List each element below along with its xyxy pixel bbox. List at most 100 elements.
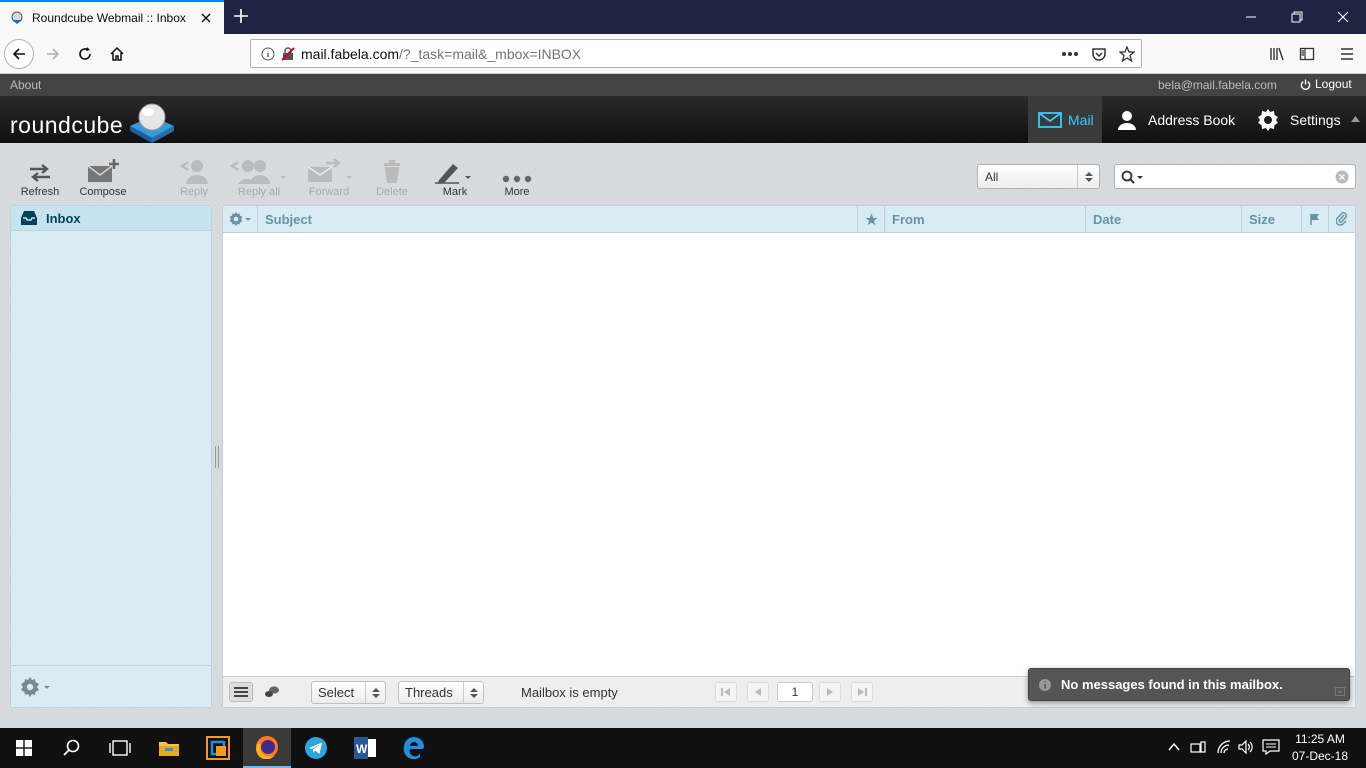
back-button[interactable] [4,39,34,69]
menu-button[interactable] [1332,39,1362,69]
message-filter-select[interactable]: All [977,164,1100,189]
url-bar[interactable]: mail.fabela.com/?_task=mail&_mbox=INBOX [250,39,1142,68]
next-page-button[interactable] [819,682,841,702]
column-date-label: Date [1093,211,1122,227]
word-app[interactable]: W [341,728,389,768]
delete-button[interactable]: Delete [370,154,414,198]
folder-list: Inbox [10,205,212,708]
reply-icon [179,160,208,184]
new-tab-icon[interactable] [232,7,250,25]
inbox-icon [21,211,37,225]
last-page-button[interactable] [851,682,873,702]
about-link[interactable]: About [10,78,41,92]
toast-collapse-icon[interactable] [1335,687,1345,696]
wifi-icon[interactable] [1216,740,1232,754]
clock-time: 11:25 AM [1295,732,1345,746]
mark-label: Mark [442,186,468,198]
column-flag[interactable] [1301,206,1328,232]
task-addressbook-button[interactable]: Address Book [1112,96,1235,143]
first-page-button[interactable] [715,682,737,702]
tab-close-icon[interactable] [198,10,214,26]
pocket-icon[interactable] [1091,46,1107,62]
firefox-app[interactable] [243,728,291,768]
browser-tab[interactable]: Roundcube Webmail :: Inbox [0,0,224,34]
filter-arrows [1077,165,1099,188]
task-settings-button[interactable]: Settings [1252,96,1341,143]
search-taskbar-button[interactable] [48,728,96,768]
previous-page-button[interactable] [747,682,769,702]
bookmark-star-icon[interactable] [1119,45,1135,62]
system-clock[interactable]: 11:25 AM 07-Dec-18 [1290,731,1350,765]
more-button[interactable]: More [496,154,538,198]
forward-mail-button[interactable]: Forward [302,154,356,198]
flag-icon [1310,214,1319,225]
column-attachment[interactable] [1328,206,1355,232]
restore-button[interactable] [1274,0,1320,34]
info-icon[interactable] [261,47,275,61]
compose-button[interactable]: Compose [74,154,132,198]
column-flag-star[interactable] [857,206,884,232]
refresh-button[interactable]: Refresh [16,154,64,198]
file-explorer-app[interactable] [145,728,193,768]
previous-page-icon [755,688,761,696]
tab-title: Roundcube Webmail :: Inbox [32,11,186,25]
folder-actions-gear-icon[interactable] [20,677,54,697]
task-view-button[interactable] [96,728,144,768]
start-button[interactable] [0,728,48,768]
select-arrows [365,682,385,703]
forward-label: Forward [308,186,350,198]
compose-label: Compose [79,186,127,198]
list-view-button[interactable] [229,682,253,702]
reply-all-icon [230,160,286,184]
column-subject[interactable]: Subject [257,206,857,232]
edge-icon [403,737,424,760]
search-reset-icon[interactable] [1335,170,1349,184]
select-dropdown[interactable]: Select [311,681,386,704]
page-actions-icon[interactable] [1061,51,1079,57]
device-icon[interactable] [1190,740,1206,754]
word-icon: W [354,737,376,759]
column-from[interactable]: From [884,206,1085,232]
close-window-button[interactable] [1320,0,1366,34]
reload-button[interactable] [70,39,100,69]
threads-arrows [463,682,483,703]
message-list: Subject From Date Size Select Threads Ma… [222,205,1356,708]
threads-dropdown[interactable]: Threads [398,681,484,704]
collapse-header-icon[interactable] [1351,116,1360,122]
tray-chevron-up-icon[interactable] [1168,742,1180,752]
volume-icon[interactable] [1238,740,1254,754]
list-options-button[interactable] [229,206,253,232]
roundcube-logo[interactable]: roundcube [10,100,177,144]
top-line: About bela@mail.fabela.com Logout [0,74,1366,96]
roundcube-favicon-icon [11,11,23,24]
restore-icon [1291,11,1303,23]
column-date[interactable]: Date [1085,206,1241,232]
task-mail-button[interactable]: Mail [1028,96,1102,143]
column-size[interactable]: Size [1241,206,1301,232]
updown-arrow-icon [469,687,478,698]
edge-app[interactable] [390,728,438,768]
page-number-input[interactable]: 1 [777,682,813,702]
search-box[interactable] [1114,164,1356,189]
minimize-button[interactable] [1228,0,1274,34]
task-view-icon [109,740,131,756]
network-app[interactable] [194,728,242,768]
logout-button[interactable]: Logout [1300,77,1352,91]
pane-splitter[interactable] [215,446,219,468]
action-center-icon[interactable] [1262,739,1280,755]
threads-view-button[interactable] [261,682,283,702]
notification-toast[interactable]: No messages found in this mailbox. [1028,668,1350,701]
search-options-icon[interactable] [1121,170,1145,184]
app-header: roundcube Mail Address Book Settings [0,96,1366,143]
library-button[interactable] [1262,39,1292,69]
reply-button[interactable]: Reply [172,154,216,198]
roundcube-cube-icon [130,103,175,143]
forward-button[interactable] [38,39,68,69]
mark-button[interactable]: Mark [432,154,478,198]
folder-inbox[interactable]: Inbox [11,206,211,231]
home-button[interactable] [102,39,132,69]
reload-icon [79,47,91,60]
telegram-app[interactable] [292,728,340,768]
reply-all-button[interactable]: Reply all [228,154,290,198]
sidebar-toggle-button[interactable] [1292,39,1322,69]
